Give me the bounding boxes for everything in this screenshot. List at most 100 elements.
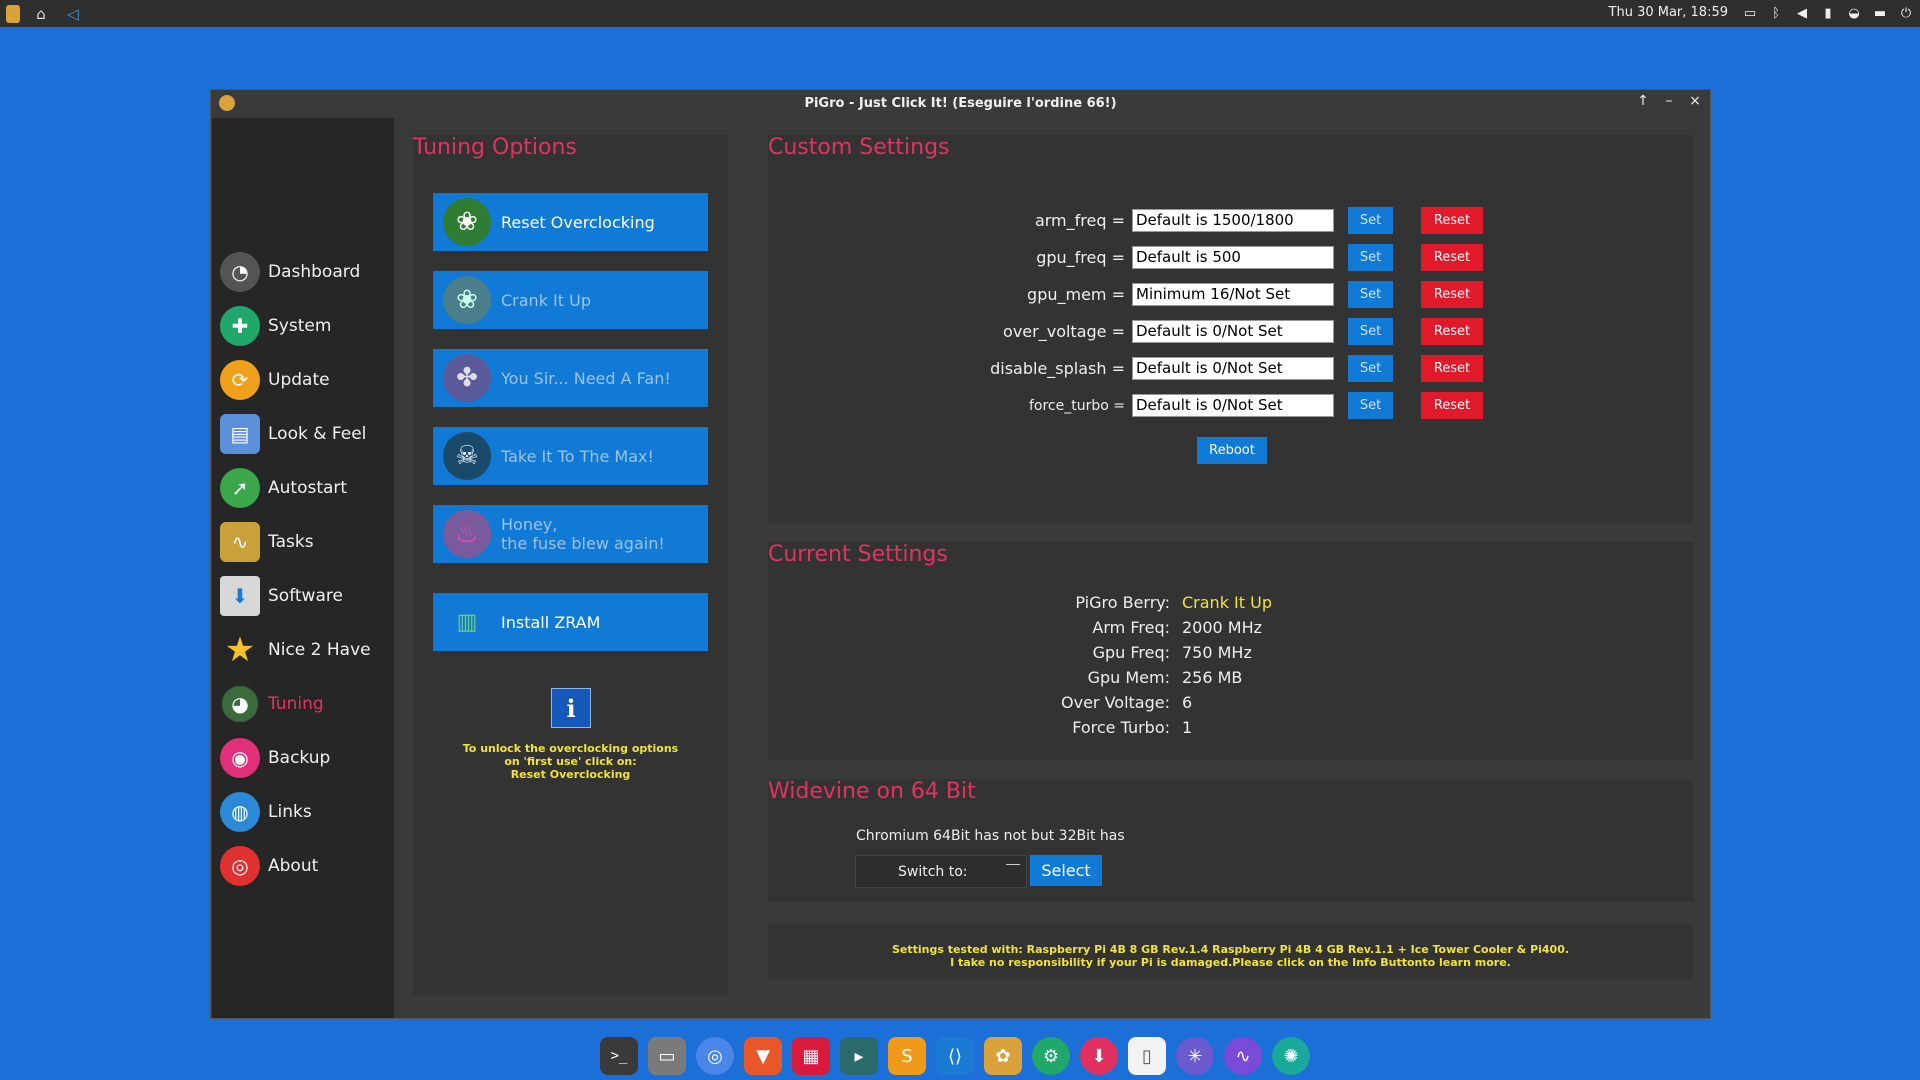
- app-grid-icon[interactable]: ▦: [792, 1037, 830, 1075]
- reset-arm-freq-button[interactable]: Reset: [1421, 207, 1483, 234]
- sidebar-item-update[interactable]: ⟳ Update: [220, 358, 390, 402]
- vscode-icon[interactable]: ⟨⟩: [936, 1037, 974, 1075]
- current-label: Over Voltage:: [1061, 693, 1170, 712]
- force-turbo-input[interactable]: Default is 0/Not Set: [1132, 394, 1334, 417]
- need-a-fan-button[interactable]: ✤ You Sir... Need A Fan!: [433, 349, 708, 407]
- set-gpu-freq-button[interactable]: Set: [1348, 244, 1393, 271]
- over-voltage-input[interactable]: Default is 0/Not Set: [1132, 320, 1334, 343]
- current-settings-title: Current Settings: [768, 542, 948, 567]
- sidebar-item-label: About: [268, 856, 319, 876]
- reset-force-turbo-button[interactable]: Reset: [1421, 392, 1483, 419]
- sidebar-item-look-feel[interactable]: ▤ Look & Feel: [220, 412, 390, 456]
- current-label: Force Turbo:: [1072, 718, 1170, 737]
- pigro-icon[interactable]: ✿: [984, 1037, 1022, 1075]
- sidebar-item-label: Look & Feel: [268, 424, 367, 444]
- set-force-turbo-button[interactable]: Set: [1348, 392, 1393, 419]
- select-button[interactable]: Select: [1030, 855, 1102, 886]
- fuse-blew-label: Honey, the fuse blew again!: [501, 515, 665, 553]
- tuning-options-title: Tuning Options: [413, 135, 577, 160]
- fuse-blew-button[interactable]: ♨ Honey, the fuse blew again!: [433, 505, 708, 563]
- set-gpu-mem-button[interactable]: Set: [1348, 281, 1393, 308]
- reset-gpu-freq-button[interactable]: Reset: [1421, 244, 1483, 271]
- home-icon[interactable]: ⌂: [30, 3, 52, 25]
- display-icon[interactable]: ▭: [1742, 3, 1758, 23]
- brave-icon[interactable]: ▼: [744, 1037, 782, 1075]
- reset-disable-splash-button[interactable]: Reset: [1421, 355, 1483, 382]
- network-icon[interactable]: ✳: [1176, 1037, 1214, 1075]
- current-label: PiGro Berry:: [1075, 593, 1170, 612]
- battery-icon[interactable]: ▮: [1820, 3, 1836, 23]
- titlebar[interactable]: PiGro - Just Click It! (Eseguire l'ordin…: [211, 90, 1710, 117]
- sidebar-item-label: Tasks: [268, 532, 314, 552]
- text-editor-icon[interactable]: ▯: [1128, 1037, 1166, 1075]
- current-row-gpu-mem: Gpu Mem: 256 MB: [768, 668, 1693, 692]
- clock[interactable]: Thu 30 Mar, 18:59: [1609, 5, 1728, 20]
- file-manager-icon[interactable]: ▭: [648, 1037, 686, 1075]
- current-row-over-voltage: Over Voltage: 6: [768, 693, 1693, 717]
- reset-gpu-mem-button[interactable]: Reset: [1421, 281, 1483, 308]
- sidebar-item-label: Autostart: [268, 478, 348, 498]
- sidebar-item-nice-2-have[interactable]: ★ Nice 2 Have: [220, 628, 390, 672]
- system-tray: ▭ ᛒ ◀ ▮ ◒ ▬ ⏻: [1742, 3, 1914, 23]
- reboot-button[interactable]: Reboot: [1197, 437, 1267, 464]
- sidebar-item-dashboard[interactable]: ◔ Dashboard: [220, 250, 390, 294]
- sidebar-item-backup[interactable]: ◉ Backup: [220, 736, 390, 780]
- minimize-button[interactable]: –: [1662, 93, 1676, 109]
- download-icon[interactable]: ⬇: [1080, 1037, 1118, 1075]
- disable-splash-input[interactable]: Default is 0/Not Set: [1132, 357, 1334, 380]
- crank-it-up-button[interactable]: ❀ Crank It Up: [433, 271, 708, 329]
- fire-icon: ♨: [443, 510, 491, 558]
- set-disable-splash-button[interactable]: Set: [1348, 355, 1393, 382]
- set-over-voltage-button[interactable]: Set: [1348, 318, 1393, 345]
- sidebar-item-autostart[interactable]: ➚ Autostart: [220, 466, 390, 510]
- arm-freq-input[interactable]: Default is 1500/1800: [1132, 209, 1334, 232]
- terminal-icon[interactable]: >_: [600, 1037, 638, 1075]
- fuse-blew-label-line2: the fuse blew again!: [501, 534, 665, 553]
- sidebar-item-tuning[interactable]: ◕ Tuning: [220, 682, 390, 726]
- sidebar-item-label: Backup: [268, 748, 331, 768]
- sidebar-item-label: Nice 2 Have: [268, 640, 371, 660]
- chromium-icon[interactable]: ◎: [696, 1037, 734, 1075]
- take-it-to-the-max-button[interactable]: ☠ Take It To The Max!: [433, 427, 708, 485]
- setting-key: arm_freq =: [1034, 211, 1125, 230]
- wrench-icon[interactable]: ⚙: [1032, 1037, 1070, 1075]
- current-row-force-turbo: Force Turbo: 1: [768, 718, 1693, 742]
- set-arm-freq-button[interactable]: Set: [1348, 207, 1393, 234]
- setting-row-disable-splash: disable_splash = Default is 0/Not Set Se…: [768, 354, 1693, 384]
- vscode-icon[interactable]: ◁: [62, 3, 84, 25]
- switch-to-dropdown[interactable]: Switch to: ⎺: [855, 855, 1027, 888]
- gpu-freq-input[interactable]: Default is 500: [1132, 246, 1334, 269]
- rocket-icon: ➚: [220, 468, 260, 508]
- dashboard-gauge-icon: ◔: [220, 252, 260, 292]
- aperture-icon[interactable]: ✺: [1272, 1037, 1310, 1075]
- gpu-mem-input[interactable]: Minimum 16/Not Set: [1132, 283, 1334, 306]
- app-menu-icon[interactable]: [6, 4, 20, 23]
- bluetooth-icon[interactable]: ᛒ: [1768, 3, 1784, 23]
- lifebuoy-icon: ◎: [220, 846, 260, 886]
- reset-over-voltage-button[interactable]: Reset: [1421, 318, 1483, 345]
- close-button[interactable]: ×: [1688, 93, 1702, 109]
- sublime-text-icon[interactable]: S: [888, 1037, 926, 1075]
- current-label: Arm Freq:: [1092, 618, 1170, 637]
- sidebar-item-about[interactable]: ◎ About: [220, 844, 390, 888]
- trash-icon[interactable]: ▬: [1872, 3, 1888, 23]
- star-icon: ★: [224, 630, 256, 670]
- sidebar-item-software[interactable]: ⬇ Software: [220, 574, 390, 618]
- terminal-emulator-icon[interactable]: ▸: [840, 1037, 878, 1075]
- install-zram-button[interactable]: ▥ Install ZRAM: [433, 593, 708, 651]
- info-button[interactable]: i: [551, 688, 591, 728]
- setting-key: force_turbo =: [1028, 398, 1125, 414]
- disclaimer-note: Settings tested with: Raspberry Pi 4B 8 …: [768, 943, 1693, 969]
- volume-icon[interactable]: ◀: [1794, 3, 1810, 23]
- current-settings-panel: Current Settings PiGro Berry: Crank It U…: [768, 542, 1693, 760]
- power-icon[interactable]: ⏻: [1898, 3, 1914, 23]
- maximize-button[interactable]: ↑: [1636, 93, 1650, 109]
- sidebar-item-tasks[interactable]: ∿ Tasks: [220, 520, 390, 564]
- reset-overclocking-button[interactable]: ❀ Reset Overclocking: [433, 193, 708, 251]
- sidebar-item-links[interactable]: ◍ Links: [220, 790, 390, 834]
- wave-app-icon[interactable]: ∿: [1224, 1037, 1262, 1075]
- setting-row-over-voltage: over_voltage = Default is 0/Not Set Set …: [768, 317, 1693, 347]
- sidebar-item-system[interactable]: ✚ System: [220, 304, 390, 348]
- notification-icon[interactable]: ◒: [1846, 3, 1862, 23]
- widevine-title: Widevine on 64 Bit: [768, 779, 976, 804]
